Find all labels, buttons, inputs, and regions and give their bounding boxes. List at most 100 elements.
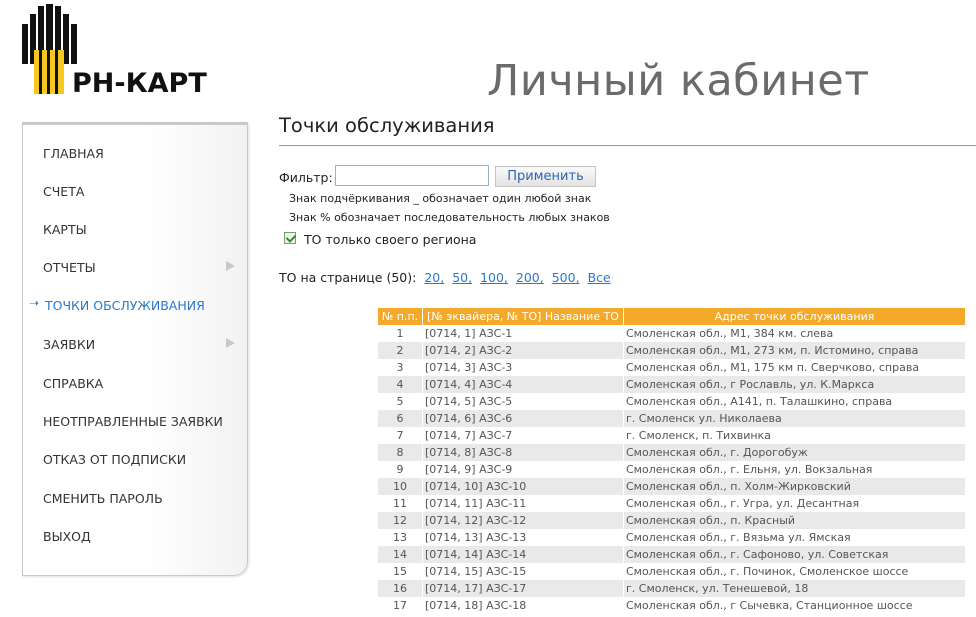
filter-label: Фильтр: <box>279 170 333 185</box>
sidebar-item-logout[interactable]: ВЫХОД <box>23 519 247 553</box>
sidebar-item-home[interactable]: ГЛАВНАЯ <box>23 136 247 170</box>
sidebar-item-label: НЕОТПРАВЛЕННЫЕ ЗАЯВКИ <box>43 414 223 429</box>
table-row[interactable]: 10 [0714, 10] АЗС-10 Смоленская обл., п. Х… <box>378 478 965 495</box>
cell-address: Смоленская обл., г. Угра, ул. Десантная <box>624 495 965 512</box>
table-row[interactable]: 4 [0714, 4] АЗС-4 Смоленская обл., г Росла… <box>378 376 965 393</box>
cell-address: г. Смоленск ул. Николаева <box>624 410 965 427</box>
service-points-table: № п.п. [№ эквайера, № ТО] Название ТО Ад… <box>377 308 966 614</box>
cell-name: [0714, 7] АЗС-7 <box>423 427 623 444</box>
table-row[interactable]: 11 [0714, 11] АЗС-11 Смоленская обл., г. У… <box>378 495 965 512</box>
sidebar-item-reports[interactable]: ОТЧЕТЫ <box>23 250 247 284</box>
cell-number: 8 <box>378 444 422 461</box>
sidebar-item-help[interactable]: СПРАВКА <box>23 366 247 400</box>
cell-number: 1 <box>378 325 422 342</box>
cell-number: 10 <box>378 478 422 495</box>
table-row[interactable]: 5 [0714, 5] АЗС-5 Смоленская обл., А141, п… <box>378 393 965 410</box>
cell-name: [0714, 6] АЗС-6 <box>423 410 623 427</box>
table-row[interactable]: 6 [0714, 6] АЗС-6 г. Смоленск ул. Николаев… <box>378 410 965 427</box>
sidebar-item-label: ЗАЯВКИ <box>43 337 96 352</box>
cell-number: 2 <box>378 342 422 359</box>
cell-number: 6 <box>378 410 422 427</box>
filter-hint-underscore: Знак подчёркивания _ обозначает один люб… <box>289 192 592 205</box>
sidebar-item-label: КАРТЫ <box>43 222 87 237</box>
per-page-option-100[interactable]: 100, <box>480 270 508 285</box>
cell-number: 3 <box>378 359 422 376</box>
sidebar-nav: ГЛАВНАЯ СЧЕТА КАРТЫ ОТЧЕТЫ ➝ ТОЧКИ ОБСЛУЖИВАН… <box>22 122 248 576</box>
cell-address: Смоленская обл., г Рославль, ул. К.Маркс… <box>624 376 965 393</box>
filter-input[interactable] <box>335 165 489 186</box>
cell-number: 15 <box>378 563 422 580</box>
logo-text: РН-КАРТ <box>72 68 207 99</box>
per-page-option-20[interactable]: 20, <box>424 270 444 285</box>
column-header-address[interactable]: Адрес точки обслуживания <box>624 308 965 325</box>
per-page-option-50[interactable]: 50, <box>452 270 472 285</box>
cell-address: Смоленская обл., г Сычевка, Станционное … <box>624 597 965 614</box>
cell-name: [0714, 14] АЗС-14 <box>423 546 623 563</box>
cell-address: Смоленская обл., М1, 384 км. слева <box>624 325 965 342</box>
cell-name: [0714, 1] АЗС-1 <box>423 325 623 342</box>
sidebar-item-unsent-requests[interactable]: НЕОТПРАВЛЕННЫЕ ЗАЯВКИ <box>23 404 247 438</box>
column-header-number[interactable]: № п.п. <box>378 308 422 325</box>
cell-number: 17 <box>378 597 422 614</box>
title-divider <box>279 145 976 146</box>
cell-number: 16 <box>378 580 422 597</box>
cell-address: Смоленская обл., г. Починок, Смоленское … <box>624 563 965 580</box>
cell-number: 14 <box>378 546 422 563</box>
table-row[interactable]: 2 [0714, 2] АЗС-2 Смоленская обл., М1, 273… <box>378 342 965 359</box>
per-page-option-500[interactable]: 500, <box>552 270 580 285</box>
cell-number: 7 <box>378 427 422 444</box>
cell-number: 9 <box>378 461 422 478</box>
per-page-selector: ТО на странице (50): 20, 50, 100, 200, 5… <box>279 270 611 285</box>
table-row[interactable]: 17 [0714, 18] АЗС-18 Смоленская обл., г Сы… <box>378 597 965 614</box>
per-page-option-all[interactable]: Все <box>588 270 611 285</box>
sidebar-item-unsubscribe[interactable]: ОТКАЗ ОТ ПОДПИСКИ <box>23 442 247 476</box>
sidebar-item-label: ОТЧЕТЫ <box>43 260 96 275</box>
cell-name: [0714, 11] АЗС-11 <box>423 495 623 512</box>
cell-name: [0714, 15] АЗС-15 <box>423 563 623 580</box>
logo: РН-КАРТ <box>20 4 240 100</box>
cell-name: [0714, 2] АЗС-2 <box>423 342 623 359</box>
table-row[interactable]: 7 [0714, 7] АЗС-7 г. Смоленск, п. Тихвинка <box>378 427 965 444</box>
page-title: Точки обслуживания <box>279 114 495 137</box>
cell-name: [0714, 17] АЗС-17 <box>423 580 623 597</box>
table-row[interactable]: 9 [0714, 9] АЗС-9 Смоленская обл., г. Ельн… <box>378 461 965 478</box>
cell-address: Смоленская обл., М1, 175 км п. Сверчково… <box>624 359 965 376</box>
filter-hint-percent: Знак % обозначает последовательность люб… <box>289 211 610 224</box>
cell-address: Смоленская обл., п. Красный <box>624 512 965 529</box>
cell-name: [0714, 4] АЗС-4 <box>423 376 623 393</box>
cell-address: Смоленская обл., г. Вязьма ул. Ямская <box>624 529 965 546</box>
cell-number: 11 <box>378 495 422 512</box>
sidebar-item-accounts[interactable]: СЧЕТА <box>23 174 247 208</box>
region-only-checkbox[interactable] <box>284 232 296 244</box>
cell-number: 13 <box>378 529 422 546</box>
table-row[interactable]: 14 [0714, 14] АЗС-14 Смоленская обл., г. С… <box>378 546 965 563</box>
table-row[interactable]: 8 [0714, 8] АЗС-8 Смоленская обл., г. Доро… <box>378 444 965 461</box>
per-page-option-200[interactable]: 200, <box>516 270 544 285</box>
table-row[interactable]: 16 [0714, 17] АЗС-17 г. Смоленск, ул. Тене… <box>378 580 965 597</box>
cabinet-title: Личный кабинет <box>487 56 870 106</box>
sidebar-item-label: СПРАВКА <box>43 376 104 391</box>
table-row[interactable]: 1 [0714, 1] АЗС-1 Смоленская обл., М1, 384… <box>378 325 965 342</box>
table-row[interactable]: 15 [0714, 15] АЗС-15 Смоленская обл., г. П… <box>378 563 965 580</box>
sidebar-item-service-points[interactable]: ➝ ТОЧКИ ОБСЛУЖИВАНИЯ <box>23 288 247 322</box>
sidebar-item-cards[interactable]: КАРТЫ <box>23 212 247 246</box>
cell-name: [0714, 12] АЗС-12 <box>423 512 623 529</box>
cell-address: Смоленская обл., А141, п. Талашкино, спр… <box>624 393 965 410</box>
table-row[interactable]: 13 [0714, 13] АЗС-13 Смоленская обл., г. В… <box>378 529 965 546</box>
cell-number: 4 <box>378 376 422 393</box>
cell-name: [0714, 5] АЗС-5 <box>423 393 623 410</box>
cell-address: Смоленская обл., М1, 273 км, п. Истомино… <box>624 342 965 359</box>
triangle-right-icon <box>226 338 235 348</box>
sidebar-item-requests[interactable]: ЗАЯВКИ <box>23 327 247 361</box>
apply-filter-button[interactable]: Применить <box>495 166 596 187</box>
sidebar-item-label: ОТКАЗ ОТ ПОДПИСКИ <box>43 452 187 467</box>
triangle-right-icon <box>226 261 235 271</box>
sidebar-item-change-password[interactable]: СМЕНИТЬ ПАРОЛЬ <box>23 481 247 515</box>
cell-number: 12 <box>378 512 422 529</box>
cell-name: [0714, 13] АЗС-13 <box>423 529 623 546</box>
cell-address: Смоленская обл., г. Сафоново, ул. Советс… <box>624 546 965 563</box>
column-header-name[interactable]: [№ эквайера, № ТО] Название ТО <box>423 308 623 325</box>
table-row[interactable]: 3 [0714, 3] АЗС-3 Смоленская обл., М1, 175… <box>378 359 965 376</box>
table-row[interactable]: 12 [0714, 12] АЗС-12 Смоленская обл., п. К… <box>378 512 965 529</box>
cell-address: Смоленская обл., г. Ельня, ул. Вокзальна… <box>624 461 965 478</box>
